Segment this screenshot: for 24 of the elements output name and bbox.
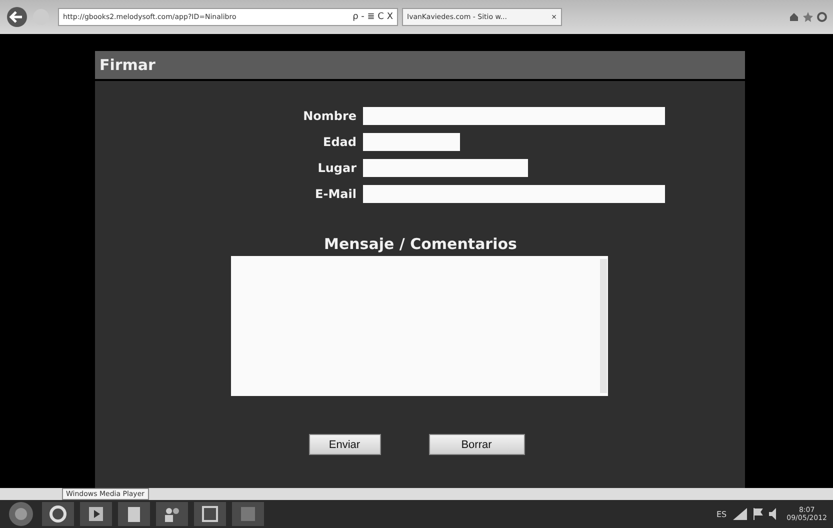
settings-icon[interactable] — [817, 12, 827, 22]
media-player-icon[interactable] — [80, 502, 112, 526]
form-button[interactable]: Borrar — [428, 434, 524, 455]
address-controls[interactable]: ρ - ≣ C X — [352, 12, 393, 22]
field-label: Nombre — [302, 109, 356, 123]
input-field[interactable] — [362, 159, 528, 177]
field-label: Edad — [322, 135, 356, 149]
signal-icon[interactable] — [732, 508, 747, 520]
form-button[interactable]: Enviar — [308, 434, 380, 455]
flag-icon[interactable] — [752, 508, 763, 520]
field-label: Lugar — [316, 161, 356, 175]
page-title: Firmar — [100, 56, 156, 74]
star-icon[interactable] — [803, 12, 813, 22]
language-indicator[interactable]: ES — [716, 510, 727, 518]
back-icon[interactable] — [6, 6, 28, 28]
input-field[interactable] — [362, 133, 460, 151]
input-field[interactable] — [362, 185, 664, 203]
message-heading: Mensaje / Comentarios — [324, 235, 517, 253]
input-field[interactable] — [362, 107, 664, 125]
start-button[interactable] — [6, 501, 36, 527]
field-label: E-Mail — [314, 187, 356, 201]
people-icon[interactable] — [156, 502, 188, 526]
scrollbar[interactable] — [600, 259, 607, 393]
home-icon[interactable] — [789, 12, 799, 22]
